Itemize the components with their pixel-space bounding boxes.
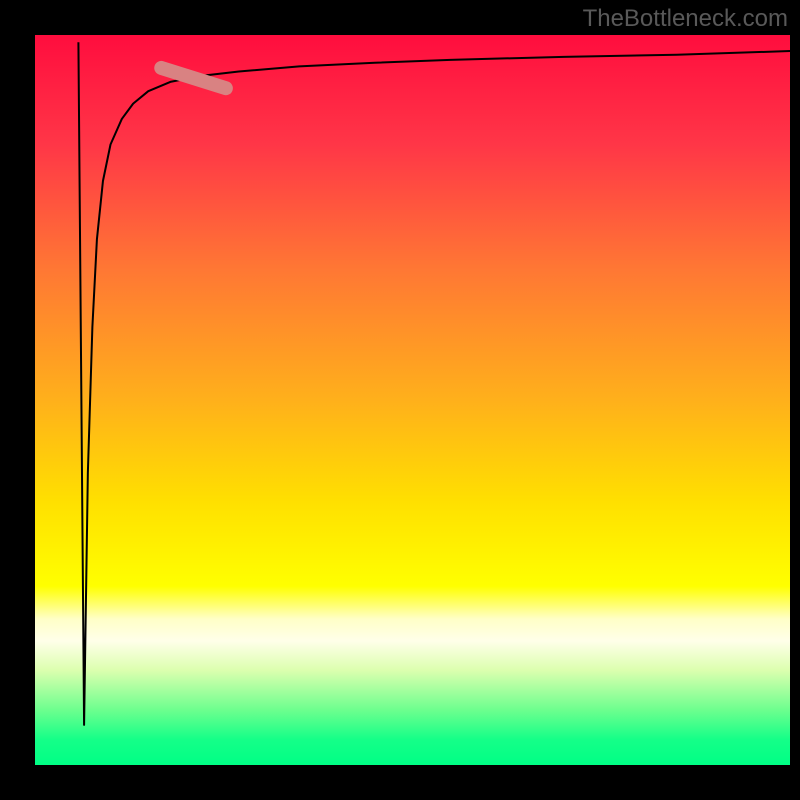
chart-container: TheBottleneck.com bbox=[0, 0, 800, 800]
chart-svg bbox=[0, 0, 800, 800]
frame-bottom bbox=[0, 765, 800, 800]
chart-background bbox=[35, 35, 790, 765]
frame-left bbox=[0, 0, 35, 800]
frame-right bbox=[790, 0, 800, 800]
attribution-label: TheBottleneck.com bbox=[583, 5, 788, 33]
